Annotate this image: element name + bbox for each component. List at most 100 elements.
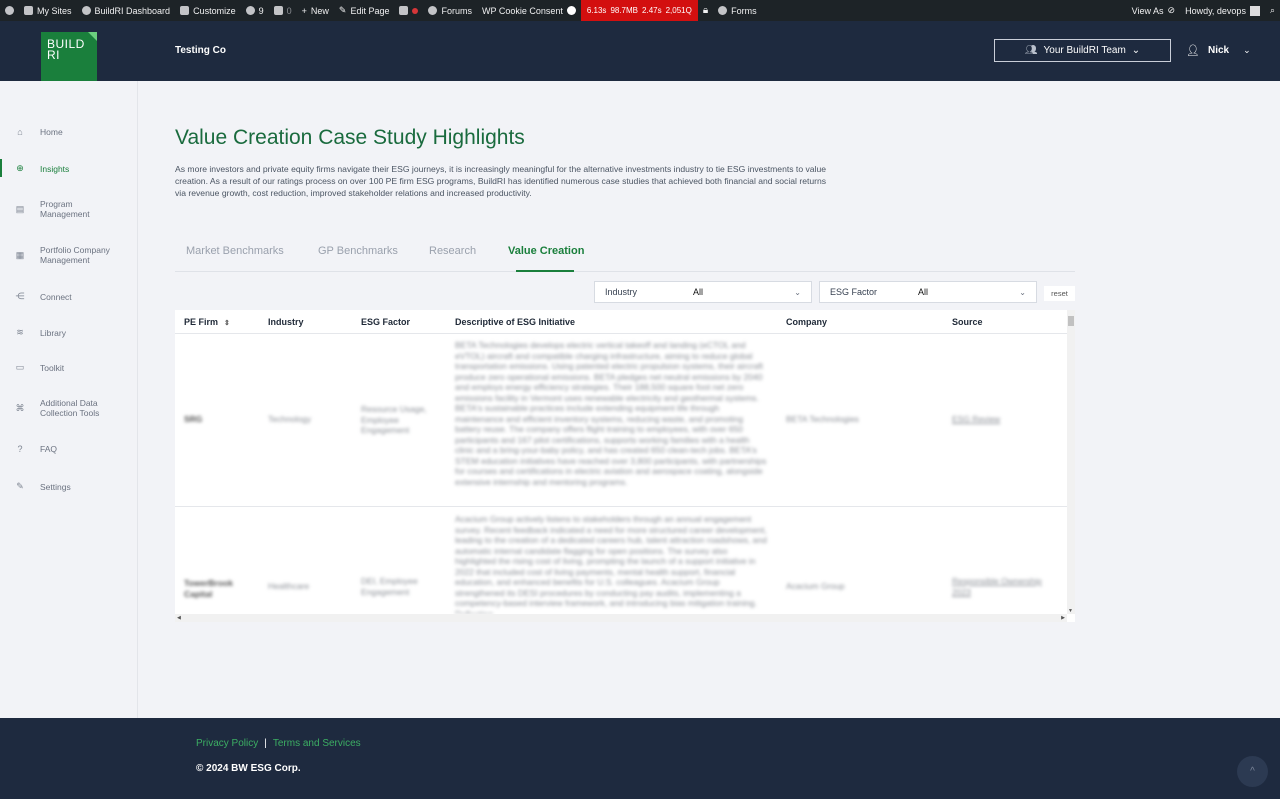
sidebar-item-toolkit[interactable]: ▭ Toolkit [0,362,137,373]
globe-icon: ⊕ [16,163,24,173]
table-row: TowerBrook Capital Healthcare DEI, Emplo… [175,508,1067,614]
sidebar-item-program-management[interactable]: ▤ Program Management [0,199,137,219]
comment-icon [273,6,283,15]
cell-company: Acacium Group [786,581,845,591]
sort-icon[interactable]: ⇕ [224,320,230,327]
sidebar-item-settings[interactable]: ✎ Settings [0,481,137,492]
column-header-esg-factor: ESG Factor [361,317,411,327]
sidebar-item-additional-data-collection-tools[interactable]: ⌘ Additional Data Collection Tools [0,398,137,418]
toolkit-icon: ▭ [15,362,25,372]
seo-status-dot-icon [412,7,419,14]
wrench-icon: ✎ [16,481,24,491]
column-header-company: Company [786,317,828,327]
tab-market-benchmarks[interactable]: Market Benchmarks [186,245,284,257]
portfolio-icon: ▦ [15,249,25,260]
cookie-consent-menu[interactable]: WP Cookie Consent [477,0,581,21]
vertical-scrollbar[interactable]: ▼ [1067,310,1075,614]
plus-icon: + [301,5,307,16]
cell-industry: Healthcare [268,581,310,591]
customize-menu[interactable]: Customize [175,0,241,21]
sidebar-item-home[interactable]: ⌂ Home [0,127,137,137]
cell-company: BETA Technologies [786,414,859,424]
scroll-left-icon[interactable]: ◀ [177,615,181,621]
updates-icon [245,6,255,15]
company-name: Testing Co [175,45,226,56]
active-tab-indicator [516,270,574,272]
intro-paragraph: As more investors and private equity fir… [175,164,827,198]
horizontal-scrollbar[interactable]: ◀ ▶ [175,614,1067,622]
tab-gp-benchmarks[interactable]: GP Benchmarks [318,245,398,257]
team-dropdown-button[interactable]: 👥︎ Your BuildRI Team ⌄ [994,39,1171,62]
wordpress-icon [5,6,14,15]
terms-link[interactable]: Terms and Services [273,738,361,749]
footer-links: Privacy Policy | Terms and Services [196,738,361,749]
industry-filter[interactable]: Industry All ⌄ [594,281,812,303]
admin-search[interactable]: ⌕ [1265,0,1280,21]
cell-esg-factor: DEI, Employee Engagement [361,576,418,597]
yoast-icon [399,6,409,15]
admin-bar: My Sites BuildRI Dashboard Customize 9 0… [0,0,1280,21]
cell-esg-factor: Resource Usage, Employee Engagement [361,404,427,435]
user-menu[interactable]: 👤︎ Nick ⌄ [1186,44,1251,57]
cell-industry: Technology [268,414,312,424]
scroll-down-icon[interactable]: ▼ [1068,608,1073,614]
brush-icon [180,6,190,15]
edit-page-menu[interactable]: ✎ Edit Page [334,0,395,21]
forums-menu[interactable]: Forums [423,0,477,21]
back-to-top-button[interactable]: ^ [1237,756,1268,787]
cell-source-link[interactable]: Responsible Ownership 2023 [952,576,1052,597]
cell-pe-firm: TowerBrook Capital [184,578,233,599]
sidebar-item-library[interactable]: ≋ Library [0,327,137,338]
cell-source-link[interactable]: ESG Review [952,414,1052,425]
sidebar-nav: ⌂ Home ⊕ Insights ▤ Program Management ▦ Por… [0,81,138,719]
sidebar-item-faq[interactable]: ? FAQ [0,444,137,454]
forums-icon [428,6,438,15]
sites-icon [24,6,33,15]
esg-factor-filter[interactable]: ESG Factor All ⌄ [819,281,1037,303]
cell-description: Acacium Group actively listens to stakeh… [455,514,767,614]
pencil-icon: ✎ [338,5,347,15]
scroll-right-icon[interactable]: ▶ [1061,615,1065,621]
reset-button[interactable]: reset [1044,286,1075,301]
table-header: PE Firm ⇕ Industry ESG Factor Descriptive… [175,310,1067,334]
sidebar-item-connect[interactable]: ⋲ Connect [0,291,137,302]
team-icon: 👥︎ [1024,45,1038,56]
yoast-menu[interactable] [394,0,423,21]
my-account-menu[interactable]: Howdy, devops [1180,0,1265,21]
table-row: SRG Technology Resource Usage, Employee … [175,334,1067,507]
wordpress-logo-menu[interactable] [0,0,19,21]
dashboard-menu[interactable]: BuildRI Dashboard [77,0,176,21]
comments-menu[interactable]: 0 [269,0,297,21]
privacy-policy-link[interactable]: Privacy Policy [196,738,258,749]
program-icon: ▤ [15,203,25,214]
column-header-description: Descriptive of ESG Initiative [455,317,576,327]
user-icon: 👤︎ [1186,45,1200,57]
view-as-menu[interactable]: View As ⊘ [1127,0,1180,21]
query-monitor-menu[interactable]: 6.13s 98.7MB 2.47s 2,051Q [580,0,698,21]
new-content-menu[interactable]: + New [297,0,334,21]
eye-slash-icon: ⊘ [1167,5,1176,15]
sidebar-item-insights[interactable]: ⊕ Insights [0,159,137,177]
chevron-down-icon: ⌄ [1019,287,1026,297]
forms-menu[interactable]: Forms [713,0,762,21]
dashboard-icon [81,6,91,15]
tab-value-creation[interactable]: Value Creation [508,245,584,257]
lock-icon: 🔒︎ [702,5,709,16]
copyright: © 2024 BW ESG Corp. [196,763,301,774]
buildri-logo[interactable]: BUILD RI [41,32,97,88]
sidebar-item-portfolio-company-management[interactable]: ▦ Portfolio Company Management [0,245,137,265]
updates-menu[interactable]: 9 [241,0,269,21]
insights-tabs: Market Benchmarks GP Benchmarks Research… [175,238,1075,272]
search-icon: ⌕ [1269,5,1275,15]
forms-icon [718,6,728,15]
site-header: BUILD RI Testing Co 👥︎ Your BuildRI Team… [0,21,1280,88]
column-header-pe-firm[interactable]: PE Firm ⇕ [184,317,230,327]
lock-menu[interactable]: 🔒︎ [698,0,713,21]
tab-research[interactable]: Research [429,245,476,257]
my-sites-menu[interactable]: My Sites [19,0,77,21]
site-footer: Privacy Policy | Terms and Services © 20… [0,718,1280,799]
scrollbar-thumb[interactable] [1068,316,1074,326]
chevron-down-icon: ⌄ [1131,45,1141,56]
link-separator: | [264,738,267,749]
chevron-down-icon: ⌄ [1243,45,1251,55]
